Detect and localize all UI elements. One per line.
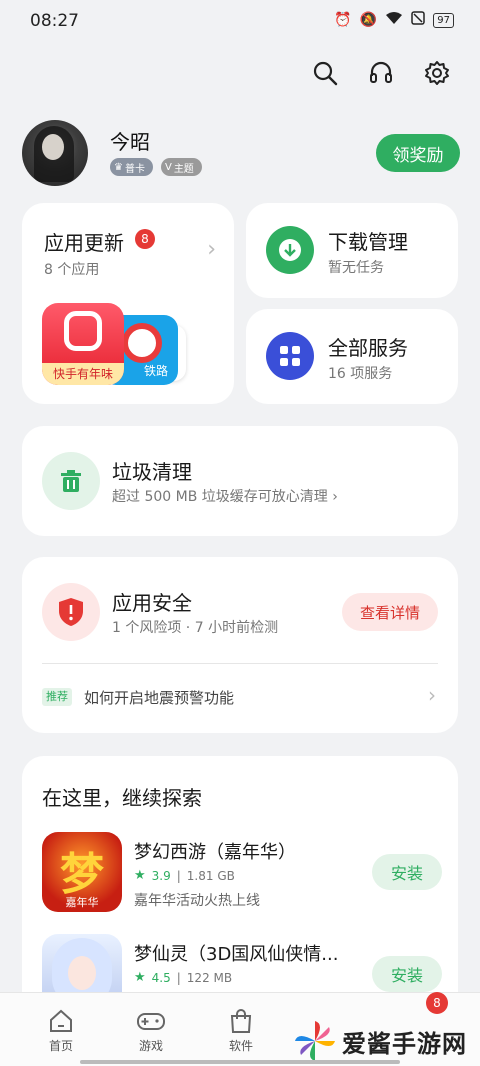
game-size: 122 MB	[186, 970, 233, 985]
profile-badges: ♛ 普卡 V 主题	[110, 158, 202, 176]
tab-home[interactable]: 首页	[31, 1007, 91, 1054]
update-count-badge: 8	[135, 229, 155, 249]
shield-alert-icon	[42, 583, 100, 641]
divider	[42, 663, 438, 664]
game-rating: 3.9	[151, 868, 171, 883]
game-meta: ★ 4.5 | 122 MB	[134, 970, 232, 985]
game-icon-caption: 嘉年华	[65, 896, 99, 909]
pinwheel-logo-icon	[295, 1021, 335, 1061]
home-icon	[31, 1007, 91, 1035]
explore-title: 在这里，继续探索	[42, 786, 202, 810]
view-details-button[interactable]: 查看详情	[342, 593, 438, 631]
crown-icon: ♛	[114, 161, 123, 173]
tab-software[interactable]: 软件	[211, 1007, 271, 1054]
username[interactable]: 今昭	[110, 126, 150, 155]
alarm-icon: ⏰	[334, 12, 352, 28]
install-button[interactable]: 安装	[372, 854, 442, 890]
theme-badge-label: 主题	[173, 163, 194, 175]
junk-clean-card[interactable]: 垃圾清理 超过 500 MB 垃圾缓存可放心清理 ›	[22, 426, 458, 536]
reward-button[interactable]: 领奖励	[376, 134, 460, 172]
star-icon: ★	[134, 970, 146, 985]
junk-clean-title: 垃圾清理	[112, 460, 192, 484]
game-rating: 4.5	[151, 970, 171, 985]
top-actions	[310, 58, 452, 88]
game-size: 1.81 GB	[186, 868, 235, 883]
game-name: 梦仙灵（3D国风仙侠情...	[134, 944, 339, 965]
app-update-subtitle: 8 个应用	[44, 262, 100, 278]
kuaishou-icon-label: 快手有年味	[42, 363, 124, 385]
security-subtitle: 1 个风险项 · 7 小时前检测	[112, 620, 279, 636]
junk-clean-subtitle: 超过 500 MB 垃圾缓存可放心清理 ›	[112, 489, 338, 505]
headset-icon[interactable]	[366, 58, 396, 88]
download-icon	[266, 226, 314, 274]
nosim-icon	[411, 11, 426, 29]
theme-badge[interactable]: V 主题	[160, 158, 202, 176]
services-subtitle: 16 项服务	[328, 366, 393, 382]
game-icon-menghuanxiyou[interactable]: 梦 嘉年华	[42, 832, 122, 912]
status-icons: ⏰ 🔕 97	[334, 11, 454, 29]
gamepad-icon	[121, 1007, 181, 1035]
vibrate-icon: 🔕	[359, 12, 378, 28]
meta-separator: |	[176, 970, 181, 985]
game-meta: ★ 3.9 | 1.81 GB	[134, 868, 235, 883]
star-icon: ★	[134, 868, 146, 883]
app-icon-kuaishou: 快手有年味	[42, 303, 124, 385]
game-name: 梦幻西游（嘉年华）	[134, 842, 296, 863]
profile-section: 今昭 ♛ 普卡 V 主题 领奖励	[22, 120, 460, 190]
recommend-tag: 推荐	[42, 688, 72, 706]
status-time: 08:27	[30, 11, 79, 31]
v-icon: V	[164, 161, 172, 173]
all-services-card[interactable]: 全部服务 16 项服务	[246, 309, 458, 404]
tab-software-label: 软件	[228, 1039, 253, 1053]
app-update-title: 应用更新	[44, 231, 124, 255]
home-indicator	[80, 1060, 400, 1064]
status-bar: 08:27 ⏰ 🔕 97	[0, 0, 480, 42]
search-icon[interactable]	[310, 58, 340, 88]
bag-icon	[211, 1007, 271, 1035]
security-title: 应用安全	[112, 591, 192, 615]
download-subtitle: 暂无任务	[328, 260, 384, 276]
install-button[interactable]: 安装	[372, 956, 442, 992]
services-title: 全部服务	[328, 336, 408, 360]
game-icon-char: 梦	[60, 849, 104, 900]
app-update-card[interactable]: 应用更新 8 8 个应用 › 铁路 快手有年味	[22, 203, 234, 404]
meta-separator: |	[176, 868, 181, 883]
gear-icon[interactable]	[422, 58, 452, 88]
chevron-right-icon: ›	[207, 237, 216, 262]
avatar-face	[42, 134, 64, 160]
watermark: 爱酱手游网	[292, 1018, 467, 1064]
app-security-card[interactable]: 应用安全 1 个风险项 · 7 小时前检测 查看详情 推荐 如何开启地震预警功能…	[22, 557, 458, 733]
tab-badge: 8	[426, 992, 448, 1014]
member-badge-label: 普卡	[124, 163, 145, 175]
watermark-text: 爱酱手游网	[342, 1029, 467, 1058]
download-title: 下载管理	[328, 230, 408, 254]
update-app-icons: 铁路 快手有年味	[42, 303, 192, 385]
trash-icon	[42, 452, 100, 510]
avatar[interactable]	[22, 120, 88, 186]
earthquake-alert-link[interactable]: 如何开启地震预警功能	[84, 687, 234, 708]
tab-games[interactable]: 游戏	[121, 1007, 181, 1054]
member-badge[interactable]: ♛ 普卡	[110, 158, 153, 176]
railway-icon-label: 铁路	[143, 364, 168, 378]
tab-games-label: 游戏	[138, 1039, 163, 1053]
chevron-right-icon: ›	[428, 683, 436, 707]
download-manager-card[interactable]: 下载管理 暂无任务	[246, 203, 458, 298]
game-description: 嘉年华活动火热上线	[134, 893, 260, 909]
wifi-icon	[385, 11, 403, 29]
list-item[interactable]: 梦 嘉年华 梦幻西游（嘉年华） ★ 3.9 | 1.81 GB 嘉年华活动火热上…	[42, 832, 442, 912]
battery-icon: 97	[433, 12, 454, 28]
tab-home-label: 首页	[48, 1039, 73, 1053]
grid-icon	[266, 332, 314, 380]
